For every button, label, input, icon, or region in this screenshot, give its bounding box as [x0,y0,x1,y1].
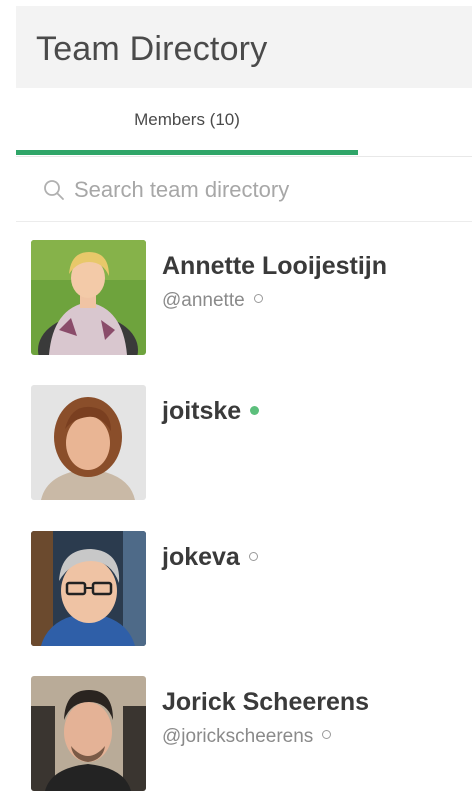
avatar [31,385,146,500]
avatar [31,676,146,791]
member-handle: @jorickscheerens [162,726,332,748]
header-bar: Team Directory [16,6,472,88]
avatar [31,240,146,355]
page-title: Team Directory [36,30,268,68]
member-handle-text: @jorickscheerens [162,726,314,747]
member-name: joitske [162,397,260,426]
avatar [31,531,146,646]
member-handle-text: @annette [162,290,245,311]
offline-status-icon [253,294,263,304]
search-bar [16,158,472,222]
search-input[interactable] [74,172,454,208]
tab-members-label: Members (10) [134,110,240,129]
search-icon [44,180,64,200]
member-name: Annette Looijestijn [162,252,387,281]
member-name-text: joitske [162,397,242,425]
tab-bar: Members (10) [16,88,472,157]
active-tab-indicator [16,150,358,155]
tab-members[interactable]: Members (10) [16,88,358,156]
member-name-text: jokeva [162,543,240,571]
member-name-text: Annette Looijestijn [162,252,387,280]
member-name-text: Jorick Scheerens [162,688,370,716]
member-row[interactable]: Annette Looijestijn @annette [16,240,472,356]
member-name: jokeva [162,543,258,572]
offline-status-icon [322,730,332,740]
offline-status-icon [248,551,258,561]
online-status-icon [250,405,260,415]
member-row[interactable]: jokeva [16,531,472,647]
member-row[interactable]: joitske [16,385,472,501]
member-row[interactable]: Jorick Scheerens @jorickscheerens [16,676,472,792]
member-name: Jorick Scheerens [162,688,369,717]
member-handle: @annette [162,290,263,312]
